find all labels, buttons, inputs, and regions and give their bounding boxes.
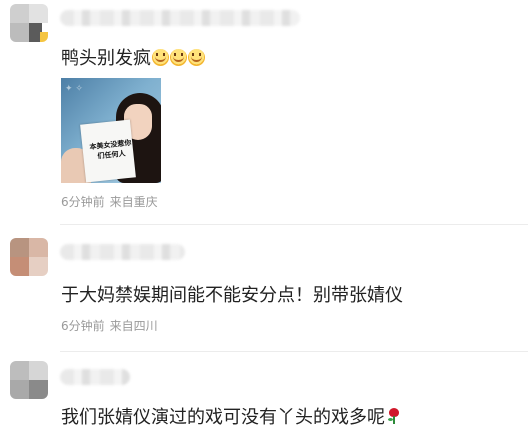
comment-item: 鸭头别发疯 ✦ ✧ 本美女没惹你们任何人 6分钟前 来自重庆 [0,0,528,225]
dizzy-face-icon [170,49,187,66]
dizzy-face-icon [152,49,169,66]
avatar[interactable] [10,238,48,276]
username-blurred[interactable] [60,244,185,260]
comment-text: 于大妈禁娱期间能不能安分点！别带张婧仪 [61,285,403,306]
comment-text-content: 我们张婧仪演过的戏可没有丫头的戏多呢 [61,407,385,428]
comment-item: 我们张婧仪演过的戏可没有丫头的戏多呢 [0,351,528,433]
comment-location: 来自四川 [109,319,158,333]
comment-time: 6分钟前 [61,195,105,209]
comment-meta: 6分钟前 来自重庆 [61,193,158,210]
username-blurred[interactable] [60,10,300,26]
dizzy-face-icon [188,49,205,66]
avatar[interactable] [10,361,48,399]
comment-text: 我们张婧仪演过的戏可没有丫头的戏多呢 [61,403,401,429]
comment-text: 鸭头别发疯 [61,44,205,70]
rose-icon [387,408,401,424]
sparkle-decoration: ✦ ✧ [65,84,83,94]
comment-item: 于大妈禁娱期间能不能安分点！别带张婧仪 6分钟前 来自四川 [0,225,528,352]
username-blurred[interactable] [60,369,130,385]
comment-image[interactable]: ✦ ✧ 本美女没惹你们任何人 [61,78,161,183]
comment-text-content: 鸭头别发疯 [61,48,151,69]
comment-meta: 6分钟前 来自四川 [61,317,158,334]
comment-location: 来自重庆 [109,195,158,209]
avatar[interactable] [10,4,48,42]
comment-time: 6分钟前 [61,319,105,333]
